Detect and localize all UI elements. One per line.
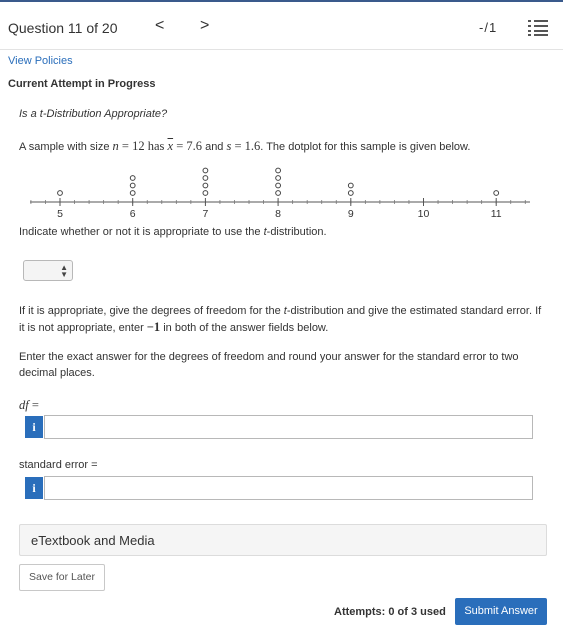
- dot-point: [275, 167, 282, 174]
- etextbook-media-button[interactable]: eTextbook and Media: [19, 524, 547, 556]
- dotplot-dots: [57, 167, 500, 196]
- df-label: df =: [19, 398, 39, 412]
- tick-label: 9: [348, 208, 354, 220]
- standard-error-info-icon[interactable]: i: [25, 477, 43, 499]
- df-input[interactable]: [44, 415, 533, 439]
- dot-point: [493, 190, 500, 196]
- standard-error-input[interactable]: [44, 476, 533, 500]
- tick-label: 11: [491, 208, 502, 220]
- view-policies-link[interactable]: View Policies: [8, 55, 73, 67]
- header-accent-bar: [0, 0, 563, 2]
- instruction-paragraph-2: Enter the exact answer for the degrees o…: [19, 351, 519, 379]
- xbar-equals: = 7.6: [173, 139, 203, 153]
- dot-point: [202, 167, 209, 174]
- dot-point: [57, 190, 63, 196]
- question-score: -/1: [479, 20, 498, 35]
- dot-point: [347, 190, 354, 196]
- save-for-later-button[interactable]: Save for Later: [19, 564, 105, 591]
- tick-label: 8: [275, 208, 281, 220]
- dot-point: [275, 190, 282, 196]
- dot-point: [129, 182, 136, 189]
- previous-question-button[interactable]: <: [155, 17, 164, 35]
- dot-point: [347, 182, 354, 189]
- dotplot: 5 6 7 8 9 10 11: [30, 167, 530, 220]
- statement-text-b: . The dotplot for this sample is given b…: [260, 141, 471, 153]
- tick-label: 5: [57, 208, 63, 220]
- tick-label: 7: [202, 208, 208, 220]
- dot-point: [202, 190, 209, 196]
- indicate-instruction: Indicate whether or not it is appropriat…: [19, 226, 327, 238]
- submit-answer-button[interactable]: Submit Answer: [455, 598, 547, 625]
- next-question-button[interactable]: >: [200, 17, 209, 35]
- tick-label: 10: [418, 208, 430, 220]
- instruction-paragraph-1: If it is appropriate, give the degrees o…: [19, 305, 542, 334]
- df-info-icon[interactable]: i: [25, 416, 43, 438]
- attempts-counter: Attempts: 0 of 3 used: [334, 606, 446, 618]
- n-equals: = 12 has: [118, 139, 168, 153]
- dot-point: [129, 190, 136, 196]
- s-equals: = 1.6: [231, 139, 261, 153]
- statement-text-a: A sample with size: [19, 141, 113, 153]
- attempt-status: Current Attempt in Progress: [8, 78, 156, 90]
- question-list-icon[interactable]: [528, 19, 548, 37]
- dot-point: [129, 175, 136, 181]
- dot-point: [275, 182, 282, 189]
- dot-point: [202, 175, 209, 181]
- dot-point: [275, 175, 282, 181]
- standard-error-label: standard error =: [19, 459, 98, 471]
- select-updown-icon: ▲ ▼: [60, 263, 68, 279]
- dot-point: [202, 182, 209, 189]
- question-statement: A sample with size n = 12 has x = 7.6 an…: [19, 139, 470, 154]
- question-header: Question 11 of 20 < > -/1: [0, 0, 563, 50]
- statement-and: and: [202, 141, 227, 153]
- tick-label: 6: [130, 208, 136, 220]
- question-counter: Question 11 of 20: [8, 20, 118, 36]
- question-title: Is a t-Distribution Appropriate?: [19, 108, 168, 120]
- dotplot-major-ticks: 5 6 7 8 9 10 11: [57, 198, 502, 220]
- appropriate-select[interactable]: ▲ ▼: [23, 260, 73, 281]
